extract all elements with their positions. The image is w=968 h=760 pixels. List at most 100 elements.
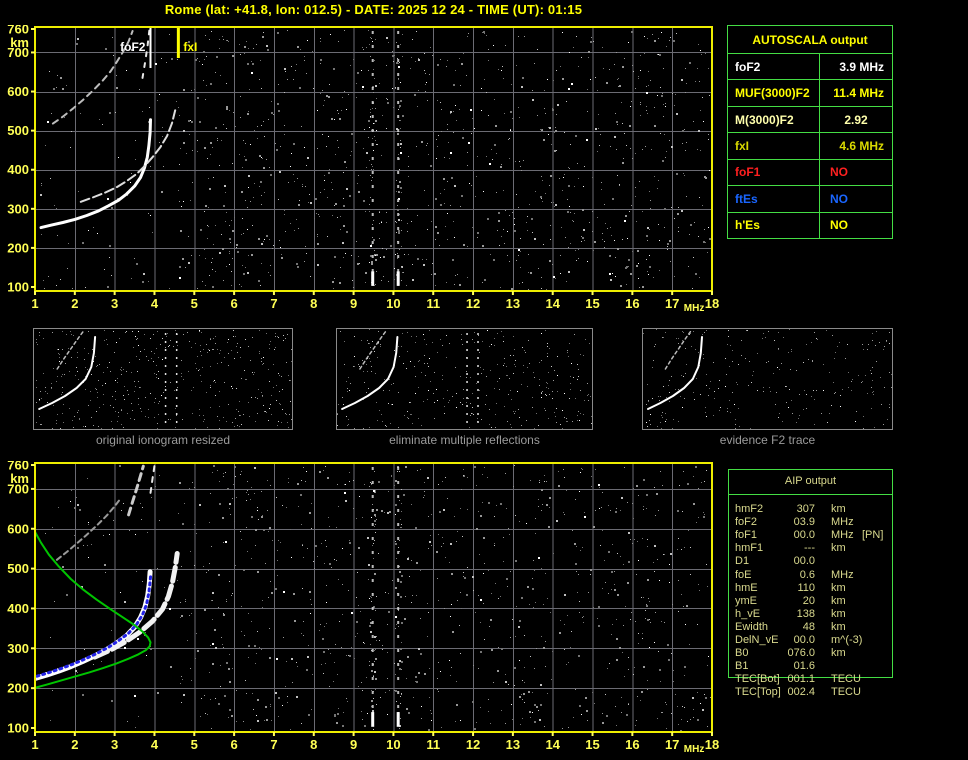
parameter-value: 01.6 — [793, 660, 815, 673]
aip-row-B1: B1 01.6 — [729, 660, 892, 673]
aip-row-D1: D1 00.0 — [729, 555, 892, 568]
x-tick-label: 11 — [426, 296, 440, 311]
parameter-value: 110 — [797, 581, 815, 594]
page-title: Rome (lat: +41.8, lon: 012.5) - DATE: 20… — [164, 2, 583, 17]
aip-row-TEC[Bot]: TEC[Bot] 001.1 TECU — [729, 673, 892, 686]
parameter-label: B1 — [735, 660, 749, 673]
parameter-label: foF2 — [728, 54, 820, 80]
series-F2-X-trace — [79, 109, 177, 203]
thumbnail-second-hop — [664, 329, 693, 370]
x-axis-unit: MHz — [684, 744, 705, 755]
autoscala-table-header: AUTOSCALA output — [728, 26, 892, 54]
parameter-label: h'Es — [728, 212, 820, 238]
parameter-label: hmE — [735, 581, 758, 594]
thumbnail-second-hop — [359, 329, 388, 370]
y-tick-label: 600 — [7, 84, 29, 99]
parameter-value: 03.9 — [793, 516, 815, 529]
x-tick-label: 4 — [151, 737, 159, 752]
series-top-echo-dashes — [141, 29, 151, 79]
y-tick-label: 400 — [7, 601, 29, 616]
aip-table-header: AIP output — [784, 475, 837, 487]
aip-row-hmE: hmE 110 km — [729, 582, 892, 595]
thumbnail-svg — [36, 329, 293, 430]
thumbnail-caption: eliminate multiple reflections — [389, 433, 540, 447]
thumbnail-original-ionogram — [33, 328, 293, 430]
parameter-value: 00.0 — [793, 555, 815, 568]
x-axis-unit: MHz — [684, 303, 705, 314]
marker-label-foF2: foF2 — [120, 40, 146, 54]
y-tick-label: 400 — [7, 162, 29, 177]
thumbnail-f2-hook — [38, 336, 97, 410]
parameter-value: 307 — [796, 503, 815, 515]
autoscala-row-h'Es: h'Es NO — [728, 212, 892, 238]
x-tick-label: 12 — [466, 737, 480, 752]
parameter-value: 11.4 MHz — [833, 86, 884, 101]
thumbnail-svg — [337, 329, 593, 430]
x-tick-label: 18 — [705, 737, 719, 752]
x-tick-label: 12 — [466, 296, 480, 311]
aip-row-DelN_vE: DelN_vE 00.0 m^(-3) — [729, 634, 892, 647]
autoscala-output-table: AUTOSCALA output foF2 3.9 MHz MUF(3000)F2 1… — [727, 25, 893, 239]
parameter-label: ymE — [735, 594, 757, 607]
aip-row-foF1: foF1 00.0 MHz [PN] — [729, 529, 892, 542]
thumbnail-eliminate-reflections — [336, 328, 593, 430]
x-tick-label: 3 — [111, 737, 118, 752]
y-tick-label: 600 — [7, 521, 29, 536]
parameter-label: foE — [735, 568, 752, 581]
parameter-note: [PN] — [862, 529, 884, 542]
parameter-value: 00.0 — [793, 529, 815, 542]
parameter-unit: TECU — [831, 686, 861, 699]
trace-series — [36, 464, 180, 689]
y-tick-label: 500 — [7, 123, 29, 138]
x-tick-label: 17 — [665, 737, 679, 752]
parameter-unit: km — [831, 607, 846, 620]
background-noise — [40, 30, 711, 290]
parameter-unit: km — [831, 581, 846, 594]
x-tick-label: 14 — [545, 737, 560, 752]
x-tick-label: 15 — [585, 296, 599, 311]
x-tick-label: 5 — [191, 737, 198, 752]
x-tick-label: 17 — [665, 296, 679, 311]
parameter-label: foF1 — [728, 159, 820, 186]
aip-row-hmF2: hmF2 307 km — [729, 503, 892, 516]
parameter-value: 001.1 — [787, 673, 815, 686]
y-tick-label: 200 — [7, 681, 29, 696]
parameter-value: 3.9 MHz — [839, 59, 884, 74]
x-tick-label: 7 — [270, 296, 277, 311]
parameter-unit: MHz — [831, 529, 854, 542]
thumbnail-f2-hook — [341, 336, 399, 410]
aip-output-table: AIP output hmF2 307 km foF2 03.9 MHz foF1 00.0 M… — [728, 469, 893, 698]
parameter-value: 00.0 — [793, 634, 815, 646]
thumbnail-caption: evidence F2 trace — [719, 433, 816, 447]
parameter-label: foF2 — [735, 516, 758, 529]
series-electron-density-profile-green — [36, 531, 152, 689]
parameter-unit: km — [831, 647, 846, 660]
parameter-value: 0.6 — [799, 568, 815, 581]
y-tick-label: 200 — [7, 240, 29, 255]
aip-row-TEC[Top]: TEC[Top] 002.4 TECU — [729, 686, 892, 699]
x-tick-label: 14 — [545, 296, 560, 311]
parameter-label: B0 — [735, 647, 749, 660]
marker-label-fxI: fxI — [183, 40, 197, 54]
parameter-unit: km — [831, 620, 846, 633]
x-tick-label: 1 — [31, 296, 38, 311]
top-ionogram-svg: foF2 fxI760700600500400300200100km1 2 3 4 5 6 7… — [7, 22, 719, 315]
x-tick-label: 5 — [191, 296, 198, 311]
x-tick-label: 1 — [31, 737, 38, 752]
thumbnail-noise — [643, 329, 892, 430]
x-tick-label: 16 — [625, 296, 639, 311]
bottom-ionogram-svg: 760700600500400300200100km1 2 3 4 5 6 7 8 9 10 11 1… — [7, 458, 719, 756]
thumbnail-noise — [337, 329, 593, 430]
aip-row-foE: foE 0.6 MHz — [729, 569, 892, 582]
parameter-value: 076.0 — [787, 647, 815, 660]
aip-row-foF2: foF2 03.9 MHz — [729, 516, 892, 529]
thumbnail-second-hop — [56, 329, 86, 370]
y-tick-label: 500 — [7, 561, 29, 576]
thumbnail-evidence-f2-trace — [642, 328, 893, 430]
thumbnail-svg — [643, 329, 892, 430]
parameter-unit: km — [831, 594, 846, 607]
parameter-unit: km — [831, 542, 846, 555]
y-tick-label: 100 — [7, 280, 29, 295]
y-tick-label: 100 — [7, 721, 29, 736]
parameter-label: M(3000)F2 — [728, 106, 820, 133]
